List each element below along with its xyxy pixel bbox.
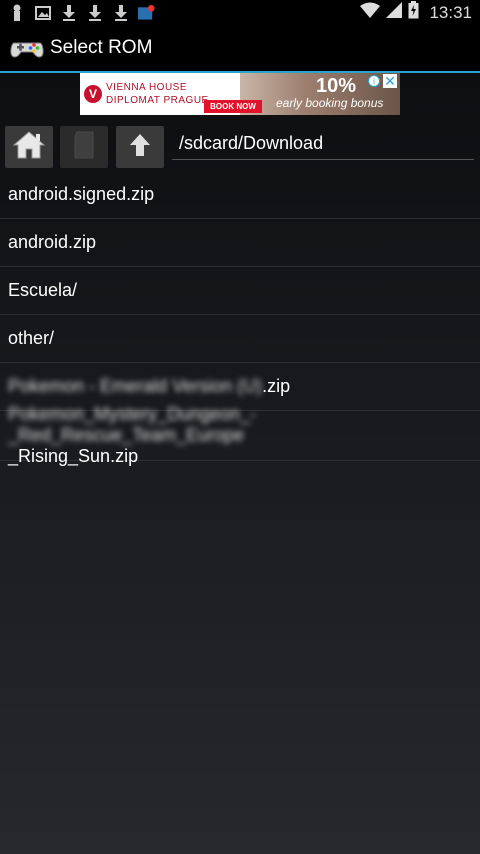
up-arrow-icon [128, 132, 152, 163]
ad-line2: DIPLOMAT PRAGUE [106, 95, 209, 106]
sd-card-button[interactable] [60, 126, 108, 168]
status-system: 13:31 [360, 0, 472, 25]
list-item[interactable]: Pokemon_Mystery_Dungeon_-_Red_Rescue_Tea… [0, 404, 480, 466]
home-button[interactable] [5, 126, 53, 168]
file-name-line2: _Rising_Sun.zip [8, 446, 139, 466]
notification-icon [138, 4, 155, 21]
file-name-line1: Pokemon_Mystery_Dungeon_-_Red_Rescue_Tea… [8, 404, 257, 445]
file-name: other/ [8, 328, 55, 348]
list-item[interactable]: android.signed.zip [0, 171, 480, 219]
home-icon [12, 130, 46, 165]
file-name: android.signed.zip [8, 184, 155, 204]
file-name-suffix: .zip [262, 376, 291, 396]
info-icon[interactable]: i [368, 75, 380, 87]
action-bar: Select ROM [0, 25, 480, 71]
file-list: android.signed.zip android.zip Escuela/ … [0, 171, 480, 466]
sd-card-icon [71, 130, 97, 165]
ad-logo: V [84, 85, 102, 103]
list-item[interactable]: android.zip [0, 219, 480, 267]
wifi-icon [360, 2, 381, 23]
file-name: Escuela/ [8, 280, 78, 300]
image-icon [34, 4, 51, 21]
ad-line1: VIENNA HOUSE [106, 82, 188, 93]
status-notifications [0, 4, 155, 21]
status-bar: 13:31 [0, 0, 480, 25]
ad-subtext: early booking bonus [276, 96, 384, 110]
ad-banner[interactable]: V VIENNA HOUSE DIPLOMAT PRAGUE BOOK NOW … [80, 73, 400, 115]
list-item[interactable]: other/ [0, 315, 480, 363]
file-name-redacted: Pokemon - Emerald Version (U) [8, 376, 263, 396]
usb-icon [8, 4, 25, 21]
download-icon [112, 4, 129, 21]
download-icon [86, 4, 103, 21]
gamepad-icon[interactable] [10, 33, 44, 63]
up-directory-button[interactable] [116, 126, 164, 168]
close-icon[interactable]: ✕ [383, 74, 397, 88]
page-title: Select ROM [50, 37, 153, 58]
status-time: 13:31 [429, 2, 472, 22]
file-toolbar: /sdcard/Download [0, 126, 480, 170]
battery-icon [408, 1, 419, 24]
file-name: android.zip [8, 232, 97, 252]
signal-icon [386, 2, 403, 23]
ad-percent: 10% [316, 75, 357, 97]
download-icon [60, 4, 77, 21]
ad-book-button[interactable]: BOOK NOW [204, 100, 262, 113]
list-item[interactable]: Escuela/ [0, 267, 480, 315]
current-path-field[interactable]: /sdcard/Download [172, 126, 474, 160]
